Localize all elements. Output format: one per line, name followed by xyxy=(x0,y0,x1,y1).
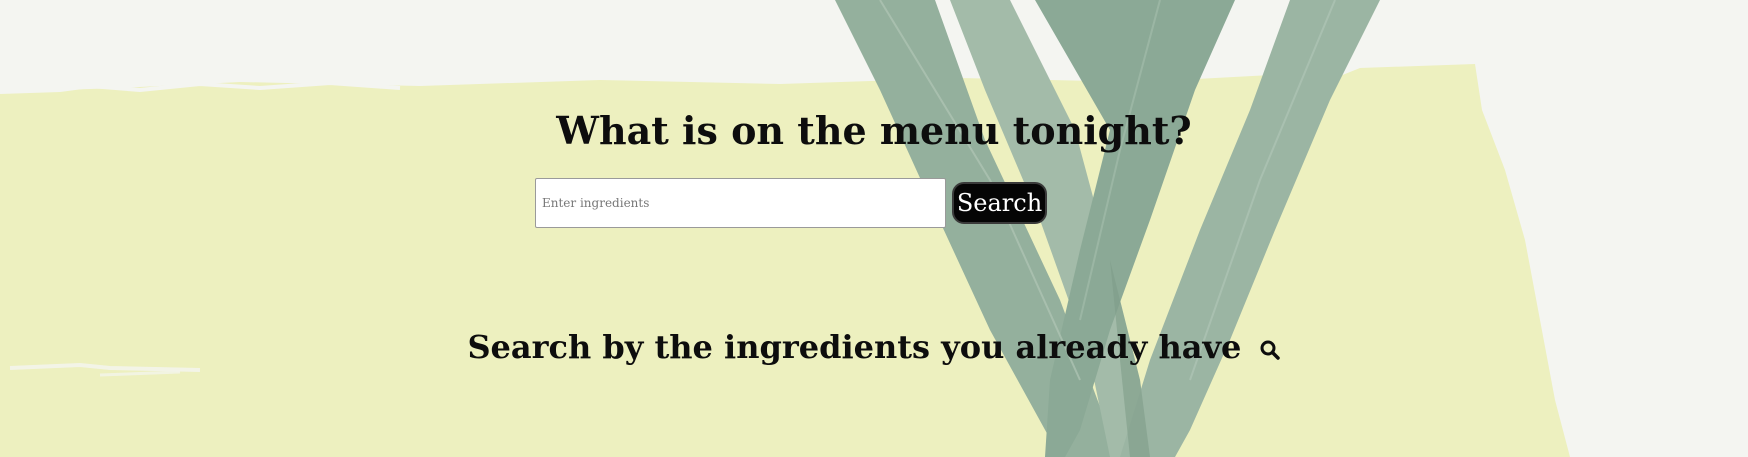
hero-section: What is on the menu tonight? Search Sear… xyxy=(0,0,1748,457)
search-icon xyxy=(1259,331,1281,369)
subtitle-text: Search by the ingredients you already ha… xyxy=(467,328,1242,366)
page-title: What is on the menu tonight? xyxy=(556,108,1192,153)
ingredients-input[interactable] xyxy=(535,178,946,228)
search-button-label: Search xyxy=(956,189,1043,217)
search-button[interactable]: Search xyxy=(952,182,1047,224)
search-form: Search xyxy=(535,178,1047,230)
page-subtitle: Search by the ingredients you already ha… xyxy=(0,328,1748,369)
